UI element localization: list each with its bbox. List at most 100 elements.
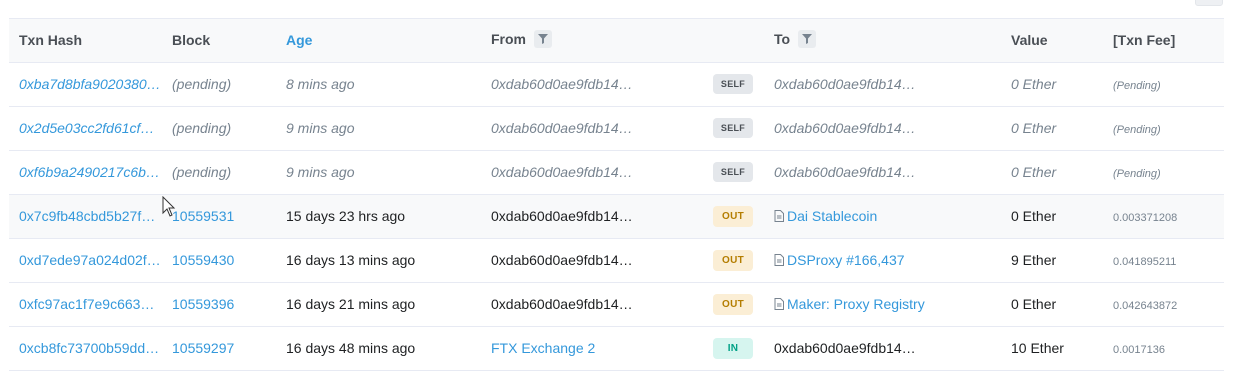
table-row: 0x2d5e03cc2fd61cf… (pending) 9 mins ago 0xd… <box>9 106 1224 150</box>
to-filter-icon[interactable] <box>797 30 816 49</box>
direction-cell: OUT <box>703 238 764 282</box>
age-value: 9 mins ago <box>286 120 355 136</box>
txn-fee: (Pending) <box>1113 168 1161 180</box>
block-value: (pending) <box>172 164 232 180</box>
from-address: 0xdab60d0ae9fdb14… <box>491 76 633 92</box>
to-address: 0xdab60d0ae9fdb14… <box>774 76 916 92</box>
txn-hash-link[interactable]: 0xcb8fc73700b59dd… <box>19 340 159 356</box>
value-cell: 9 Ether <box>1001 238 1103 282</box>
from-cell: 0xdab60d0ae9fdb14… <box>481 62 703 106</box>
txn-hash-link[interactable]: 0xba7d8bfa9020380… <box>19 76 161 92</box>
value-cell: 10 Ether <box>1001 326 1103 370</box>
to-cell: 0xdab60d0ae9fdb14… <box>764 62 1001 106</box>
direction-badge: IN <box>713 337 753 359</box>
block-value: (pending) <box>172 120 232 136</box>
from-cell: 0xdab60d0ae9fdb14… <box>481 282 703 326</box>
block-cell: (pending) <box>162 150 276 194</box>
age-cell: 8 mins ago <box>276 62 481 106</box>
txn-fee: 0.003371208 <box>1113 212 1178 224</box>
direction-badge: OUT <box>713 249 753 271</box>
col-header-direction <box>703 19 764 62</box>
value-amount: 0 Ether <box>1011 164 1057 180</box>
txn-hash-link[interactable]: 0xd7ede97a024d02f… <box>19 252 161 268</box>
txn-hash-link[interactable]: 0x7c9fb48cbd5b27f… <box>19 208 155 224</box>
txn-fee: (Pending) <box>1113 124 1161 136</box>
table-row: 0xd7ede97a024d02f… 10559430 16 days 13 min… <box>9 238 1224 282</box>
value-amount: 0 Ether <box>1011 120 1057 136</box>
direction-cell: SELF <box>703 106 764 150</box>
col-header-txn-fee[interactable]: [Txn Fee] <box>1103 19 1224 62</box>
from-link[interactable]: FTX Exchange 2 <box>491 340 595 356</box>
fee-cell: 0.042643872 <box>1103 282 1224 326</box>
col-header-from: From <box>481 19 703 62</box>
table-row: 0xcb8fc73700b59dd… 10559297 16 days 48 min… <box>9 326 1224 370</box>
age-cell: 9 mins ago <box>276 150 481 194</box>
age-toggle[interactable]: Age <box>286 32 312 48</box>
block-cell: (pending) <box>162 62 276 106</box>
txn-fee: (Pending) <box>1113 80 1161 92</box>
direction-cell: OUT <box>703 194 764 238</box>
txn-fee: 0.041895211 <box>1113 256 1177 268</box>
direction-badge: SELF <box>713 118 753 138</box>
fee-cell: 0.003371208 <box>1103 194 1224 238</box>
age-value: 16 days 21 mins ago <box>286 296 416 312</box>
transactions-table-wrapper: Txn Hash Block Age From To Value [Txn Fe… <box>9 18 1224 371</box>
from-label: From <box>491 31 526 48</box>
col-header-txn-hash: Txn Hash <box>19 32 83 49</box>
block-cell: 10559531 <box>162 194 276 238</box>
to-cell: Dai Stablecoin <box>764 194 1001 238</box>
value-cell: 0 Ether <box>1001 194 1103 238</box>
col-header-block: Block <box>172 32 211 49</box>
from-cell: 0xdab60d0ae9fdb14… <box>481 238 703 282</box>
txn-hash-cell: 0xf6b9a2490217c6b… <box>9 150 162 194</box>
direction-badge: SELF <box>713 74 753 94</box>
age-cell: 15 days 23 hrs ago <box>276 194 481 238</box>
block-link[interactable]: 10559396 <box>172 296 234 312</box>
fee-cell: (Pending) <box>1103 150 1224 194</box>
txn-hash-link[interactable]: 0xf6b9a2490217c6b… <box>19 164 160 180</box>
table-row: 0xf6b9a2490217c6b… (pending) 9 mins ago 0xd… <box>9 150 1224 194</box>
age-value: 8 mins ago <box>286 76 355 92</box>
fee-cell: (Pending) <box>1103 62 1224 106</box>
transactions-table: Txn Hash Block Age From To Value [Txn Fe… <box>9 19 1224 371</box>
col-header-age[interactable]: Age <box>276 19 481 62</box>
to-link[interactable]: DSProxy #166,437 <box>787 252 905 268</box>
block-link[interactable]: 10559531 <box>172 208 234 224</box>
age-cell: 9 mins ago <box>276 106 481 150</box>
from-address: 0xdab60d0ae9fdb14… <box>491 208 633 224</box>
age-cell: 16 days 48 mins ago <box>276 326 481 370</box>
direction-badge: OUT <box>713 293 753 315</box>
block-link[interactable]: 10559430 <box>172 252 234 268</box>
direction-badge: OUT <box>713 205 753 227</box>
age-value: 16 days 13 mins ago <box>286 252 416 268</box>
txn-hash-link[interactable]: 0xfc97ac1f7e9c663… <box>19 296 154 312</box>
to-cell: Maker: Proxy Registry <box>764 282 1001 326</box>
txn-hash-link[interactable]: 0x2d5e03cc2fd61cf… <box>19 120 154 136</box>
contract-doc-icon <box>774 252 787 268</box>
col-header-value: Value <box>1011 32 1048 49</box>
top-action-button[interactable] <box>1195 0 1223 6</box>
fee-cell: 0.041895211 <box>1103 238 1224 282</box>
txn-hash-cell: 0xba7d8bfa9020380… <box>9 62 162 106</box>
txn-hash-cell: 0xcb8fc73700b59dd… <box>9 326 162 370</box>
from-cell: FTX Exchange 2 <box>481 326 703 370</box>
value-amount: 0 Ether <box>1011 296 1057 312</box>
value-amount: 0 Ether <box>1011 208 1057 224</box>
to-link[interactable]: Dai Stablecoin <box>787 208 877 224</box>
value-amount: 10 Ether <box>1011 340 1064 356</box>
block-link[interactable]: 10559297 <box>172 340 234 356</box>
table-row: 0x7c9fb48cbd5b27f… 10559531 15 days 23 hrs… <box>9 194 1224 238</box>
from-filter-icon[interactable] <box>533 30 552 49</box>
block-value: (pending) <box>172 76 232 92</box>
to-link[interactable]: Maker: Proxy Registry <box>787 296 925 312</box>
direction-cell: SELF <box>703 62 764 106</box>
fee-cell: 0.0017136 <box>1103 326 1224 370</box>
mouse-pointer-icon <box>162 196 176 217</box>
age-value: 9 mins ago <box>286 164 355 180</box>
fee-cell: (Pending) <box>1103 106 1224 150</box>
direction-cell: IN <box>703 326 764 370</box>
to-cell: DSProxy #166,437 <box>764 238 1001 282</box>
direction-cell: OUT <box>703 282 764 326</box>
block-cell: 10559430 <box>162 238 276 282</box>
block-cell: 10559297 <box>162 326 276 370</box>
